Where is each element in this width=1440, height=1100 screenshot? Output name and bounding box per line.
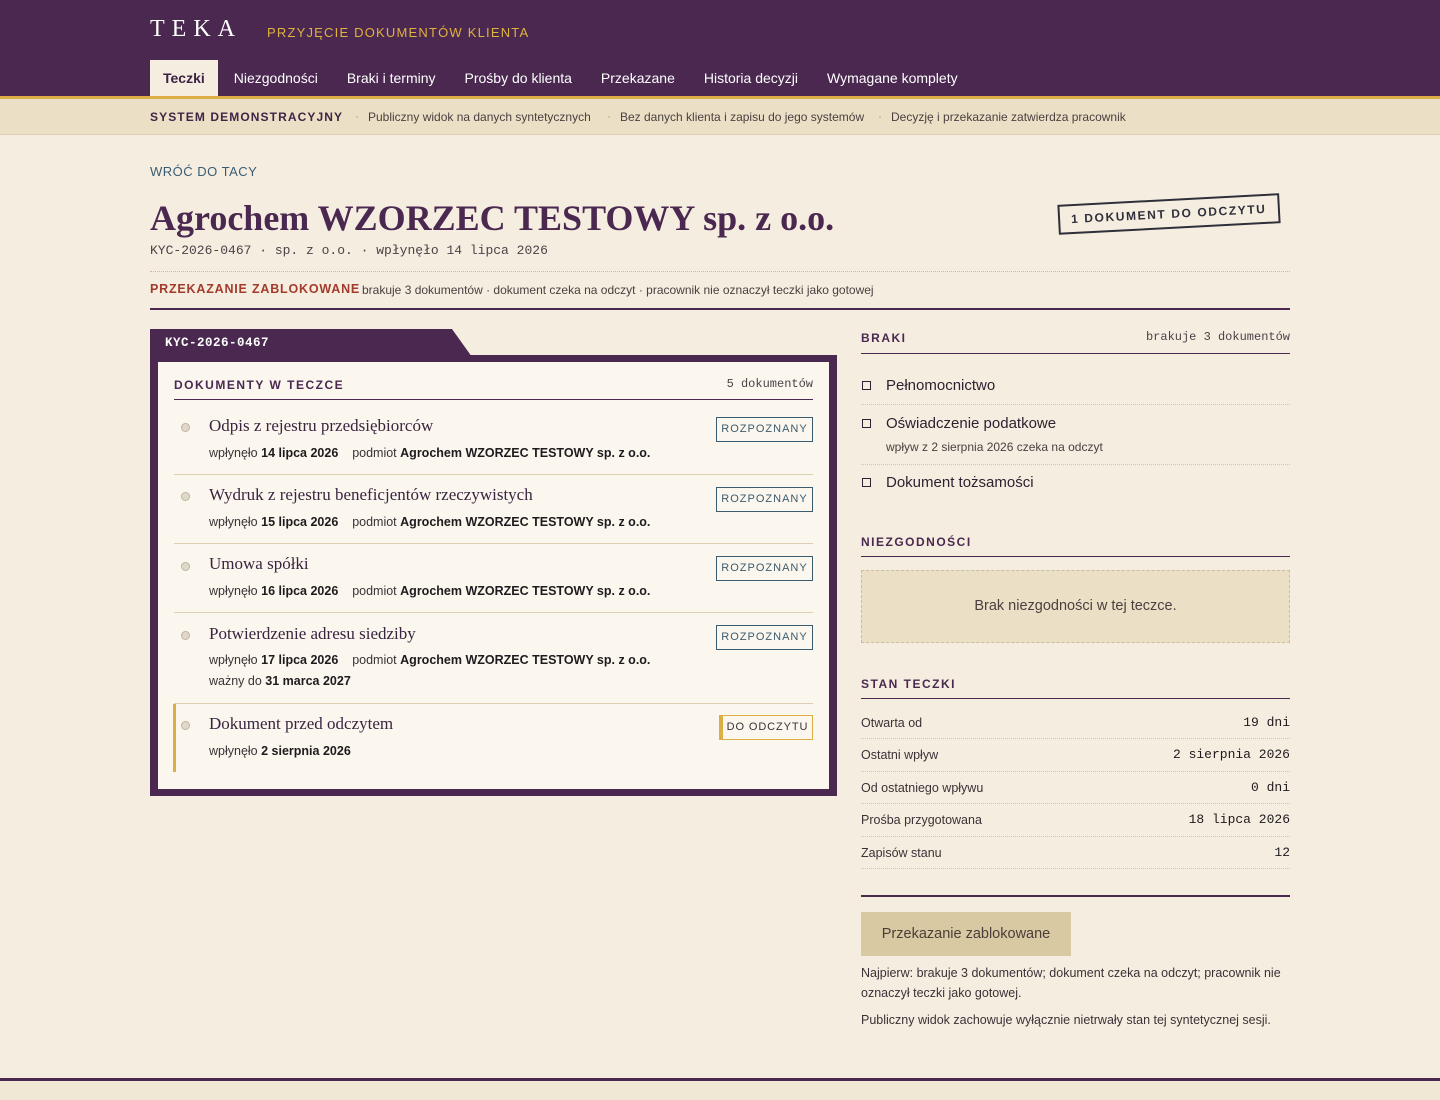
stat-value: 19 dni: [1243, 715, 1290, 730]
folder-case-id: KYC-2026-0467: [165, 336, 270, 350]
divider: [174, 612, 813, 613]
status-dot-icon: [181, 562, 190, 571]
stat-value: 12: [1274, 845, 1290, 860]
document-name[interactable]: Umowa spółki: [209, 554, 309, 574]
documents-count: 5 dokumentów: [726, 377, 813, 391]
bullet-dot: ·: [878, 109, 882, 123]
document-name[interactable]: Potwierdzenie adresu siedziby: [209, 624, 416, 644]
status-badge: ROZPOZNANY: [716, 487, 813, 512]
documents-section-title: DOKUMENTY W TECZCE: [174, 378, 345, 392]
divider: [861, 698, 1290, 699]
status-badge-pending: DO ODCZYTU: [719, 715, 813, 740]
status-dot-icon: [181, 721, 190, 730]
tab-wymagane-komplety[interactable]: Wymagane komplety: [814, 60, 971, 96]
status-dot-icon: [181, 631, 190, 640]
document-meta: wpłynęło 14 lipca 2026 podmiot Agrochem …: [209, 446, 651, 460]
stat-label: Od ostatniego wpływu: [861, 781, 984, 795]
status-dot-icon: [181, 492, 190, 501]
blocked-note: Najpierw: brakuje 3 dokumentów; dokument…: [861, 966, 1281, 1000]
document-meta: wpłynęło 17 lipca 2026 podmiot Agrochem …: [209, 653, 651, 667]
demo-banner: SYSTEM DEMONSTRACYJNY · Publiczny widok …: [0, 99, 1440, 135]
divider: [861, 464, 1290, 465]
main-nav: Teczki Niezgodności Braki i terminy Proś…: [150, 60, 974, 96]
stat-label: Prośba przygotowana: [861, 813, 982, 827]
bullet-dot: ·: [607, 109, 611, 123]
divider: [861, 803, 1290, 804]
document-meta: wpłynęło 15 lipca 2026 podmiot Agrochem …: [209, 515, 651, 529]
divider: [174, 399, 813, 400]
demo-item: Decyzję i przekazanie zatwierdza pracown…: [891, 110, 1126, 124]
divider: [150, 271, 1290, 272]
checkbox-icon[interactable]: [862, 478, 871, 487]
tab-teczki[interactable]: Teczki: [150, 60, 218, 96]
case-meta: KYC-2026-0467 · sp. z o.o. · wpłynęło 14…: [150, 243, 548, 258]
document-name[interactable]: Odpis z rejestru przedsiębiorców: [209, 416, 433, 436]
checkbox-icon[interactable]: [862, 381, 871, 390]
tab-historia-decyzji[interactable]: Historia decyzji: [691, 60, 811, 96]
demo-title: SYSTEM DEMONSTRACYJNY: [150, 110, 344, 124]
empty-state: Brak niezgodności w tej teczce.: [861, 570, 1290, 643]
divider: [861, 836, 1290, 837]
divider: [861, 738, 1290, 739]
braki-title: BRAKI: [861, 331, 907, 345]
missing-document: Oświadczenie podatkowe: [886, 415, 1057, 432]
tab-braki-i-terminy[interactable]: Braki i terminy: [334, 60, 449, 96]
tab-niezgodnosci[interactable]: Niezgodności: [221, 60, 331, 96]
stat-value: 2 sierpnia 2026: [1172, 747, 1290, 762]
divider: [174, 474, 813, 475]
divider: [861, 404, 1290, 405]
bullet-dot: ·: [355, 109, 359, 123]
blocked-reasons: brakuje 3 dokumentów · dokument czeka na…: [362, 283, 874, 297]
handover-button[interactable]: Przekazanie zablokowane: [861, 912, 1071, 956]
divider: [174, 703, 813, 704]
app-subtitle: PRZYJĘCIE DOKUMENTÓW KLIENTA: [267, 25, 530, 40]
divider: [861, 771, 1290, 772]
stan-title: STAN TECZKI: [861, 677, 956, 691]
status-badge: ROZPOZNANY: [716, 556, 813, 581]
stat-label: Ostatni wpływ: [861, 748, 939, 762]
status-dot-icon: [181, 423, 190, 432]
demo-item: Publiczny widok na danych syntetycznych: [368, 110, 591, 124]
divider: [861, 868, 1290, 869]
status-badge: ROZPOZNANY: [716, 417, 813, 442]
session-note: Publiczny widok zachowuje wyłącznie niet…: [861, 1013, 1271, 1027]
document-name[interactable]: Dokument przed odczytem: [209, 714, 393, 734]
missing-document: Pełnomocnictwo: [886, 377, 996, 394]
stat-value: 0 dni: [1250, 780, 1290, 795]
braki-count: brakuje 3 dokumentów: [1145, 330, 1290, 344]
page-title: Agrochem WZORZEC TESTOWY sp. z o.o.: [150, 198, 835, 238]
footer: [0, 1081, 1440, 1100]
document-meta: wpłynęło 2 sierpnia 2026: [209, 744, 351, 758]
back-link[interactable]: WRÓĆ DO TACY: [150, 164, 257, 179]
demo-item: Bez danych klienta i zapisu do jego syst…: [620, 110, 865, 124]
blocked-status: PRZEKAZANIE ZABLOKOWANE: [150, 282, 361, 296]
status-badge: ROZPOZNANY: [716, 625, 813, 650]
divider: [150, 308, 1290, 310]
app-logo[interactable]: TEKA: [150, 16, 242, 43]
stat-label: Zapisów stanu: [861, 846, 942, 860]
divider: [861, 556, 1290, 557]
tab-przekazane[interactable]: Przekazane: [588, 60, 688, 96]
document-meta: wpłynęło 16 lipca 2026 podmiot Agrochem …: [209, 584, 651, 598]
stat-label: Otwarta od: [861, 716, 923, 730]
missing-document: Dokument tożsamości: [886, 474, 1034, 491]
document-validity: ważny do 31 marca 2027: [209, 674, 351, 688]
divider: [861, 353, 1290, 354]
missing-document-note: wpływ z 2 sierpnia 2026 czeka na odczyt: [886, 440, 1103, 454]
tab-prosby-do-klienta[interactable]: Prośby do klienta: [452, 60, 585, 96]
divider: [861, 895, 1290, 897]
unread-stamp: 1 DOKUMENT DO ODCZYTU: [1057, 193, 1281, 235]
checkbox-icon[interactable]: [862, 419, 871, 428]
document-name[interactable]: Wydruk z rejestru beneficjentów rzeczywi…: [209, 485, 533, 505]
pending-marker: [173, 704, 176, 772]
divider: [174, 543, 813, 544]
stat-value: 18 lipca 2026: [1188, 812, 1290, 827]
niezgodnosci-title: NIEZGODNOŚCI: [861, 535, 972, 549]
